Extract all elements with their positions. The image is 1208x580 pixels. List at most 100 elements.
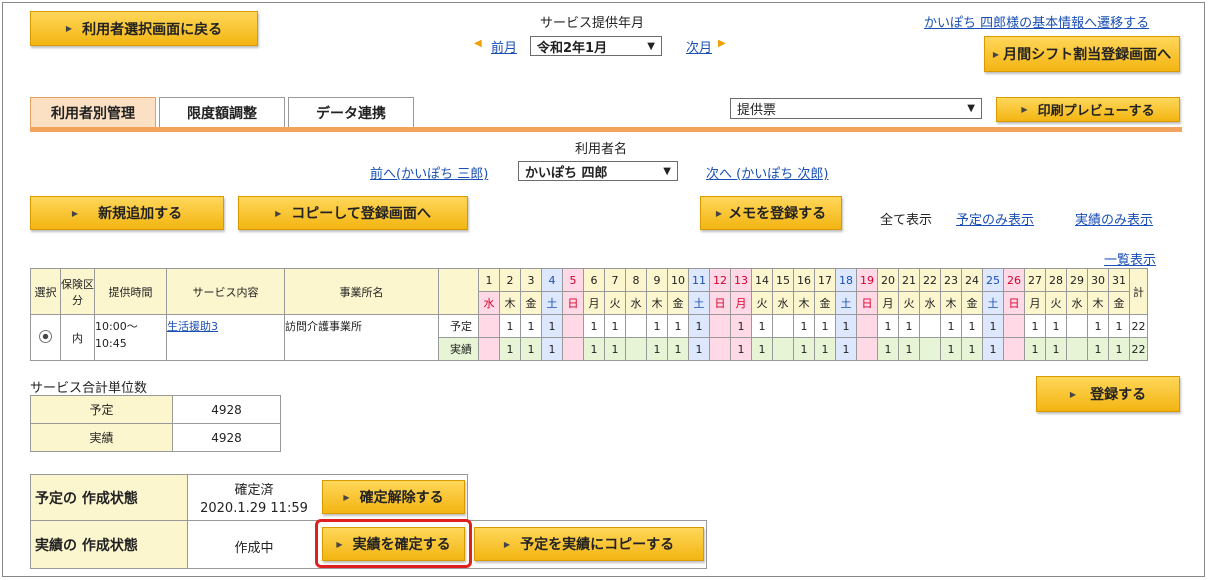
actual-day-16[interactable]: 1 bbox=[793, 337, 815, 361]
plan-day-31[interactable]: 1 bbox=[1108, 314, 1130, 338]
actual-day-28[interactable]: 1 bbox=[1045, 337, 1067, 361]
register-button[interactable]: ▶ 登録する bbox=[1036, 376, 1180, 412]
plan-day-26[interactable] bbox=[1003, 314, 1025, 338]
actual-day-1[interactable] bbox=[478, 337, 500, 361]
plan-day-30[interactable]: 1 bbox=[1087, 314, 1109, 338]
month-select[interactable]: 令和2年1月 ▼ bbox=[530, 36, 662, 56]
user-select[interactable]: かいぽち 四郎 ▼ bbox=[518, 161, 678, 181]
prev-month-link[interactable]: 前月 bbox=[491, 37, 517, 56]
plan-day-29[interactable] bbox=[1066, 314, 1088, 338]
plan-day-19[interactable] bbox=[856, 314, 878, 338]
row-select-cell[interactable] bbox=[30, 314, 61, 361]
print-type-select[interactable]: 提供票 ▼ bbox=[730, 98, 982, 119]
back-to-user-select-button[interactable]: ▶ 利用者選択画面に戻る bbox=[30, 11, 258, 46]
plan-day-18[interactable]: 1 bbox=[835, 314, 857, 338]
actual-day-18[interactable]: 1 bbox=[835, 337, 857, 361]
plan-day-23[interactable]: 1 bbox=[940, 314, 962, 338]
copy-plan-to-actual-button[interactable]: ▶ 予定を実績にコピーする bbox=[474, 527, 704, 561]
actual-day-22[interactable] bbox=[919, 337, 941, 361]
next-month-link[interactable]: 次月 bbox=[686, 37, 712, 56]
actual-day-8[interactable] bbox=[625, 337, 647, 361]
actual-day-25[interactable]: 1 bbox=[982, 337, 1004, 361]
plan-day-28[interactable]: 1 bbox=[1045, 314, 1067, 338]
plan-day-11[interactable]: 1 bbox=[688, 314, 710, 338]
plan-day-10[interactable]: 1 bbox=[667, 314, 689, 338]
header-select: 選択 bbox=[30, 268, 61, 315]
chevron-down-icon: ▼ bbox=[663, 165, 671, 177]
plan-day-2[interactable]: 1 bbox=[499, 314, 521, 338]
actual-day-21[interactable]: 1 bbox=[898, 337, 920, 361]
actual-day-17[interactable]: 1 bbox=[814, 337, 836, 361]
plan-day-4[interactable]: 1 bbox=[541, 314, 563, 338]
radio-selected-icon[interactable] bbox=[39, 329, 52, 343]
actual-day-29[interactable] bbox=[1066, 337, 1088, 361]
actual-day-3[interactable]: 1 bbox=[520, 337, 542, 361]
show-actual-link[interactable]: 実績のみ表示 bbox=[1075, 209, 1153, 228]
plan-day-1[interactable] bbox=[478, 314, 500, 338]
actual-day-6[interactable]: 1 bbox=[583, 337, 605, 361]
plan-day-22[interactable] bbox=[919, 314, 941, 338]
actual-day-23[interactable]: 1 bbox=[940, 337, 962, 361]
actual-day-10[interactable]: 1 bbox=[667, 337, 689, 361]
actual-day-30[interactable]: 1 bbox=[1087, 337, 1109, 361]
basic-info-link[interactable]: かいぽち 四郎様の基本情報へ遷移する bbox=[924, 12, 1149, 31]
show-plan-link[interactable]: 予定のみ表示 bbox=[956, 209, 1034, 228]
plan-day-27[interactable]: 1 bbox=[1024, 314, 1046, 338]
plan-day-3[interactable]: 1 bbox=[520, 314, 542, 338]
weekday-4: 土 bbox=[541, 291, 563, 315]
actual-day-12[interactable] bbox=[709, 337, 731, 361]
print-preview-button[interactable]: ▶ 印刷プレビューする bbox=[996, 97, 1180, 122]
plan-day-7[interactable]: 1 bbox=[604, 314, 626, 338]
plan-day-15[interactable] bbox=[772, 314, 794, 338]
highlight-box bbox=[315, 519, 472, 568]
plan-day-9[interactable]: 1 bbox=[646, 314, 668, 338]
plan-day-21[interactable]: 1 bbox=[898, 314, 920, 338]
actual-day-4[interactable]: 1 bbox=[541, 337, 563, 361]
actual-day-20[interactable]: 1 bbox=[877, 337, 899, 361]
actual-day-14[interactable]: 1 bbox=[751, 337, 773, 361]
actual-day-26[interactable] bbox=[1003, 337, 1025, 361]
plan-day-6[interactable]: 1 bbox=[583, 314, 605, 338]
actual-day-2[interactable]: 1 bbox=[499, 337, 521, 361]
plan-day-20[interactable]: 1 bbox=[877, 314, 899, 338]
plan-day-12[interactable] bbox=[709, 314, 731, 338]
plan-day-24[interactable]: 1 bbox=[961, 314, 983, 338]
actual-day-15[interactable] bbox=[772, 337, 794, 361]
actual-day-7[interactable]: 1 bbox=[604, 337, 626, 361]
actual-day-24[interactable]: 1 bbox=[961, 337, 983, 361]
plan-day-14[interactable]: 1 bbox=[751, 314, 773, 338]
weekday-7: 火 bbox=[604, 291, 626, 315]
unconfirm-button[interactable]: ▶ 確定解除する bbox=[322, 480, 465, 514]
monthly-shift-button[interactable]: ▶ 月間シフト割当登録画面へ bbox=[984, 36, 1180, 72]
plan-day-17[interactable]: 1 bbox=[814, 314, 836, 338]
tab-data-link[interactable]: データ連携 bbox=[288, 97, 414, 127]
plan-day-5[interactable] bbox=[562, 314, 584, 338]
plan-day-16[interactable]: 1 bbox=[793, 314, 815, 338]
plan-day-25[interactable]: 1 bbox=[982, 314, 1004, 338]
copy-register-button[interactable]: ▶ コピーして登録画面へ bbox=[238, 196, 468, 230]
actual-label: 実績 bbox=[438, 337, 479, 361]
show-all-label[interactable]: 全て表示 bbox=[880, 209, 932, 228]
tab-user-management[interactable]: 利用者別管理 bbox=[30, 97, 156, 127]
actual-day-19[interactable] bbox=[856, 337, 878, 361]
plan-day-8[interactable] bbox=[625, 314, 647, 338]
weekday-28: 火 bbox=[1045, 291, 1067, 315]
list-view-link[interactable]: 一覧表示 bbox=[1104, 249, 1156, 268]
actual-status-label: 実績の 作成状態 bbox=[31, 521, 188, 568]
actual-day-9[interactable]: 1 bbox=[646, 337, 668, 361]
actual-day-13[interactable]: 1 bbox=[730, 337, 752, 361]
day-25: 25 bbox=[982, 268, 1004, 292]
service-content-link[interactable]: 生活援助3 bbox=[167, 320, 218, 333]
weekday-22: 水 bbox=[919, 291, 941, 315]
actual-day-11[interactable]: 1 bbox=[688, 337, 710, 361]
register-memo-button[interactable]: ▶ メモを登録する bbox=[700, 196, 842, 230]
plan-day-13[interactable]: 1 bbox=[730, 314, 752, 338]
prev-user-link[interactable]: 前へ(かいぽち 三郎) bbox=[370, 163, 488, 182]
actual-day-27[interactable]: 1 bbox=[1024, 337, 1046, 361]
summary-title: サービス合計単位数 bbox=[30, 381, 148, 396]
add-new-button[interactable]: ▶ 新規追加する bbox=[30, 196, 224, 230]
actual-day-5[interactable] bbox=[562, 337, 584, 361]
actual-day-31[interactable]: 1 bbox=[1108, 337, 1130, 361]
tab-limit-adjust[interactable]: 限度額調整 bbox=[159, 97, 285, 127]
next-user-link[interactable]: 次へ (かいぽち 次郎) bbox=[706, 163, 828, 182]
